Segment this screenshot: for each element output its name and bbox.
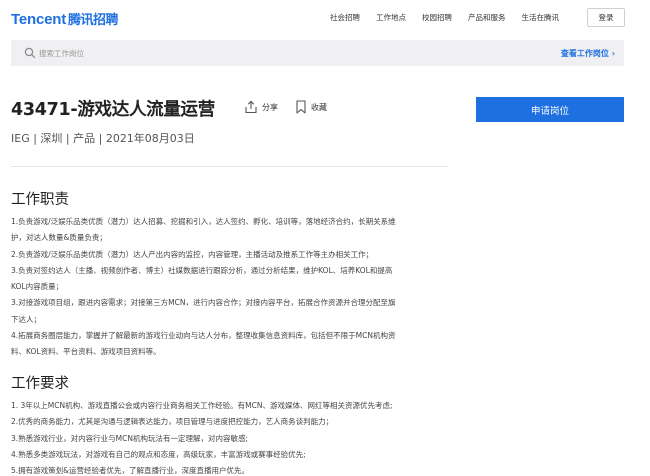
- duty-line: 3.对接游戏项目组，跟进内容需求；对接第三方MCN，进行内容合作；对接内容平台，…: [11, 298, 396, 308]
- nav-link-social-recruitment[interactable]: 社会招聘: [330, 12, 360, 23]
- requirements-heading: 工作要求: [11, 376, 69, 392]
- duty-line: 下达人；: [11, 314, 41, 324]
- nav-link-products-services[interactable]: 产品和服务: [468, 12, 506, 23]
- job-meta: IEG | 深圳 | 产品 | 2021年08月03日: [11, 132, 195, 145]
- requirement-line: 3.熟悉游戏行业，对内容行业与MCN机构玩法有一定理解，对内容敏感;: [11, 433, 248, 443]
- share-icon: [245, 100, 257, 114]
- login-button[interactable]: 登录: [587, 8, 625, 27]
- nav-link-work-locations[interactable]: 工作地点: [376, 12, 406, 23]
- nav-link-life-at-tencent[interactable]: 生活在腾讯: [522, 12, 560, 23]
- duties-heading: 工作职责: [11, 192, 69, 208]
- requirement-line: 1. 3年以上MCN机构、游戏直播公会或内容行业商务相关工作经验。有MCN、游戏…: [11, 401, 393, 410]
- tencent-careers-logo[interactable]: Tencent 腾讯招聘: [11, 9, 119, 28]
- duties-text: 1.负责游戏/泛娱乐品类优质（潜力）达人招募、挖掘和引入，达人签约、孵化、培训等…: [11, 214, 451, 361]
- job-title: 43471-游戏达人流量运营: [11, 100, 215, 120]
- requirement-line: 5.拥有游戏策划&运营经验者优先，了解直播行业，深度直播用户优先。: [11, 466, 250, 476]
- duty-line: 护，对达人数量&质量负责；: [11, 233, 107, 243]
- share-button[interactable]: 分享: [244, 100, 278, 114]
- nav-link-campus-recruitment[interactable]: 校园招聘: [422, 12, 452, 23]
- requirement-line: 2.优秀的商务能力，尤其是沟通与逻辑表达能力，项目管理与进度把控能力，艺人商务谈…: [11, 417, 334, 427]
- duty-line: 3.负责对签约达人（主播、视频创作者、博主）社媒数据进行跟踪分析，通过分析结果，…: [11, 265, 393, 275]
- share-label: 分享: [262, 102, 278, 112]
- divider: [11, 166, 448, 167]
- apply-job-button[interactable]: 申请岗位: [476, 97, 624, 122]
- top-nav: Tencent 腾讯招聘 社会招聘 工作地点 校园招聘 产品和服务 生活在腾讯 …: [0, 0, 650, 38]
- logo-text-en: Tencent: [11, 11, 66, 28]
- bookmark-icon: [296, 100, 306, 114]
- collect-label: 收藏: [311, 102, 327, 112]
- duty-line: 料、KOL资料、平台资料、游戏项目资料等。: [11, 347, 161, 357]
- requirements-text: 1. 3年以上MCN机构、游戏直播公会或内容行业商务相关工作经验。有MCN、游戏…: [11, 398, 451, 476]
- search-input[interactable]: [39, 45, 419, 61]
- search-icon: [24, 47, 36, 59]
- collect-button[interactable]: 收藏: [295, 100, 327, 114]
- nav-links: 社会招聘 工作地点 校园招聘 产品和服务 生活在腾讯: [330, 12, 575, 23]
- view-jobs-link[interactable]: 查看工作岗位 ›: [561, 48, 615, 59]
- duty-line: 1.负责游戏/泛娱乐品类优质（潜力）达人招募、挖掘和引入，达人签约、孵化、培训等…: [11, 217, 396, 226]
- search-bar: 查看工作岗位 ›: [11, 40, 624, 66]
- duty-line: KOL内容质量；: [11, 282, 64, 292]
- logo-text-cn: 腾讯招聘: [68, 13, 119, 28]
- duty-line: 4.拓展商务圈层能力，掌握并了解最新的游戏行业动向与达人分布，整理收集信息资料库…: [11, 331, 396, 341]
- requirement-line: 4.熟悉多类游戏玩法，对游戏有自己的观点和态度，高级玩家，丰富游戏或赛事经验优先…: [11, 449, 306, 459]
- duty-line: 2.负责游戏/泛娱乐品类优质（潜力）达人产出内容的监控，内容管理，主播活动及推系…: [11, 249, 374, 259]
